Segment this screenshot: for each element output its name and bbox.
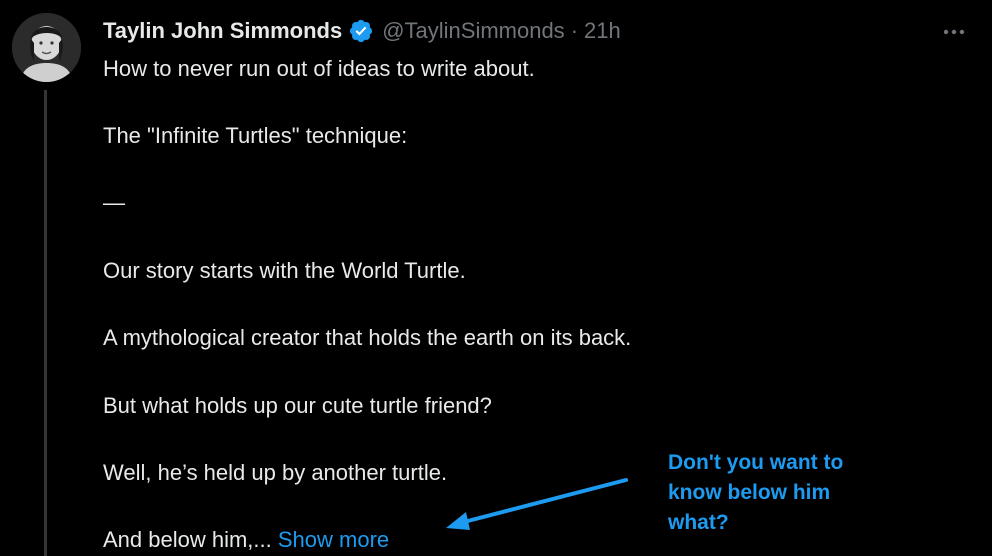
annotation-callout-text: Don't you want to know below him what? [668,451,844,534]
avatar[interactable] [12,13,81,82]
tweet-text-line: The "Infinite Turtles" technique: [103,123,408,148]
tweet-text-line: Well, he’s held up by another turtle. [103,460,448,485]
user-portrait-icon [12,13,81,82]
tweet-text-truncated: And below him,... [103,527,272,552]
author-display-name[interactable]: Taylin John Simmonds [103,18,342,44]
tweet-text-line: A mythological creator that holds the ea… [103,325,632,350]
tweet-text-line: But what holds up our cute turtle friend… [103,393,492,418]
tweet-last-line: And below him,... Show more [103,527,389,553]
tweet-header: Taylin John Simmonds @TaylinSimmonds · 2… [103,14,621,48]
thread-connector-line [44,90,47,556]
verified-badge-icon[interactable] [348,18,374,44]
more-options-icon [943,29,965,35]
more-options-button[interactable] [936,18,972,46]
tweet-timestamp[interactable]: 21h [584,18,621,44]
tweet-text-line: — [103,190,125,215]
tweet-text-line: How to never run out of ideas to write a… [103,56,535,81]
show-more-link[interactable]: Show more [278,527,389,552]
author-handle[interactable]: @TaylinSimmonds [382,18,565,44]
header-separator: · [570,18,579,43]
tweet-text-line: Our story starts with the World Turtle. [103,258,466,283]
